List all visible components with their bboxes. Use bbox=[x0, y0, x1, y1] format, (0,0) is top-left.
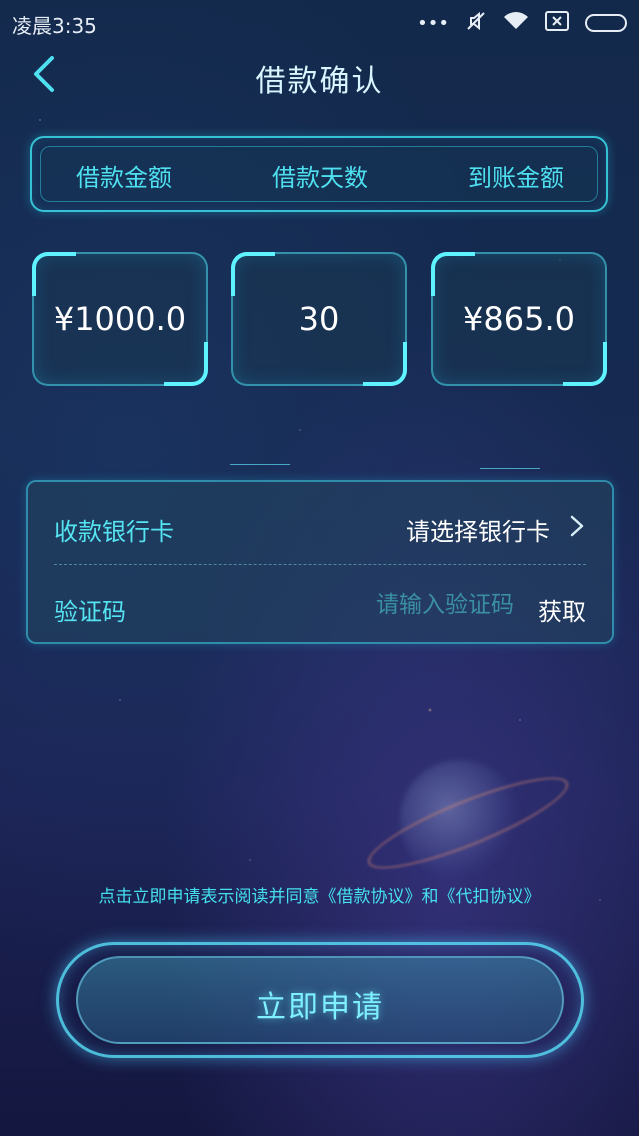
box-corner bbox=[431, 252, 475, 296]
loan-days-value: 30 bbox=[298, 300, 340, 338]
mute-icon bbox=[465, 10, 487, 36]
loan-amount-value: ¥1000.0 bbox=[53, 300, 187, 338]
submit-label: 立即申请 bbox=[256, 990, 384, 1025]
box-corner bbox=[32, 252, 76, 296]
received-amount-box: ¥865.0 bbox=[431, 252, 607, 386]
box-corner bbox=[563, 342, 607, 386]
chevron-right-icon bbox=[570, 515, 584, 537]
summary-header: 借款金额 借款天数 到账金额 bbox=[30, 136, 608, 212]
verify-code-row: 验证码 获取 bbox=[54, 564, 586, 644]
loan-days-box: 30 bbox=[231, 252, 407, 386]
bank-card-row[interactable]: 收款银行卡 请选择银行卡 bbox=[54, 484, 586, 564]
received-amount-label: 到账金额 bbox=[468, 164, 564, 192]
status-bar: 凌晨3:35 ••• bbox=[0, 0, 639, 44]
deco-line bbox=[230, 464, 290, 465]
loan-amount-box: ¥1000.0 bbox=[32, 252, 208, 386]
loan-amount-label: 借款金额 bbox=[76, 164, 172, 192]
submit-area: 立即申请 bbox=[56, 942, 584, 1058]
verify-code-input[interactable] bbox=[312, 586, 516, 624]
verify-code-label: 验证码 bbox=[54, 598, 126, 626]
status-time: 凌晨3:35 bbox=[12, 14, 97, 38]
get-code-button[interactable]: 获取 bbox=[538, 592, 586, 627]
wifi-icon bbox=[503, 11, 529, 35]
sim-card-icon bbox=[545, 11, 569, 35]
received-amount-value: ¥865.0 bbox=[463, 300, 575, 338]
bank-card-value: 请选择银行卡 bbox=[406, 518, 550, 546]
more-dots-icon: ••• bbox=[417, 12, 449, 34]
page-title: 借款确认 bbox=[255, 64, 384, 99]
submit-button[interactable]: 立即申请 bbox=[76, 956, 564, 1044]
deco-line bbox=[480, 468, 540, 469]
bank-card-label: 收款银行卡 bbox=[54, 518, 174, 546]
loan-days-label: 借款天数 bbox=[272, 164, 368, 192]
status-icons: ••• bbox=[417, 10, 627, 36]
agreement-text[interactable]: 点击立即申请表示阅读并同意《借款协议》和《代扣协议》 bbox=[0, 882, 639, 907]
box-corner bbox=[363, 342, 407, 386]
box-corner bbox=[231, 252, 275, 296]
nav-bar: 借款确认 bbox=[0, 48, 639, 100]
form-panel: 收款银行卡 请选择银行卡 验证码 获取 bbox=[26, 480, 614, 644]
battery-icon bbox=[585, 14, 627, 32]
box-corner bbox=[164, 342, 208, 386]
